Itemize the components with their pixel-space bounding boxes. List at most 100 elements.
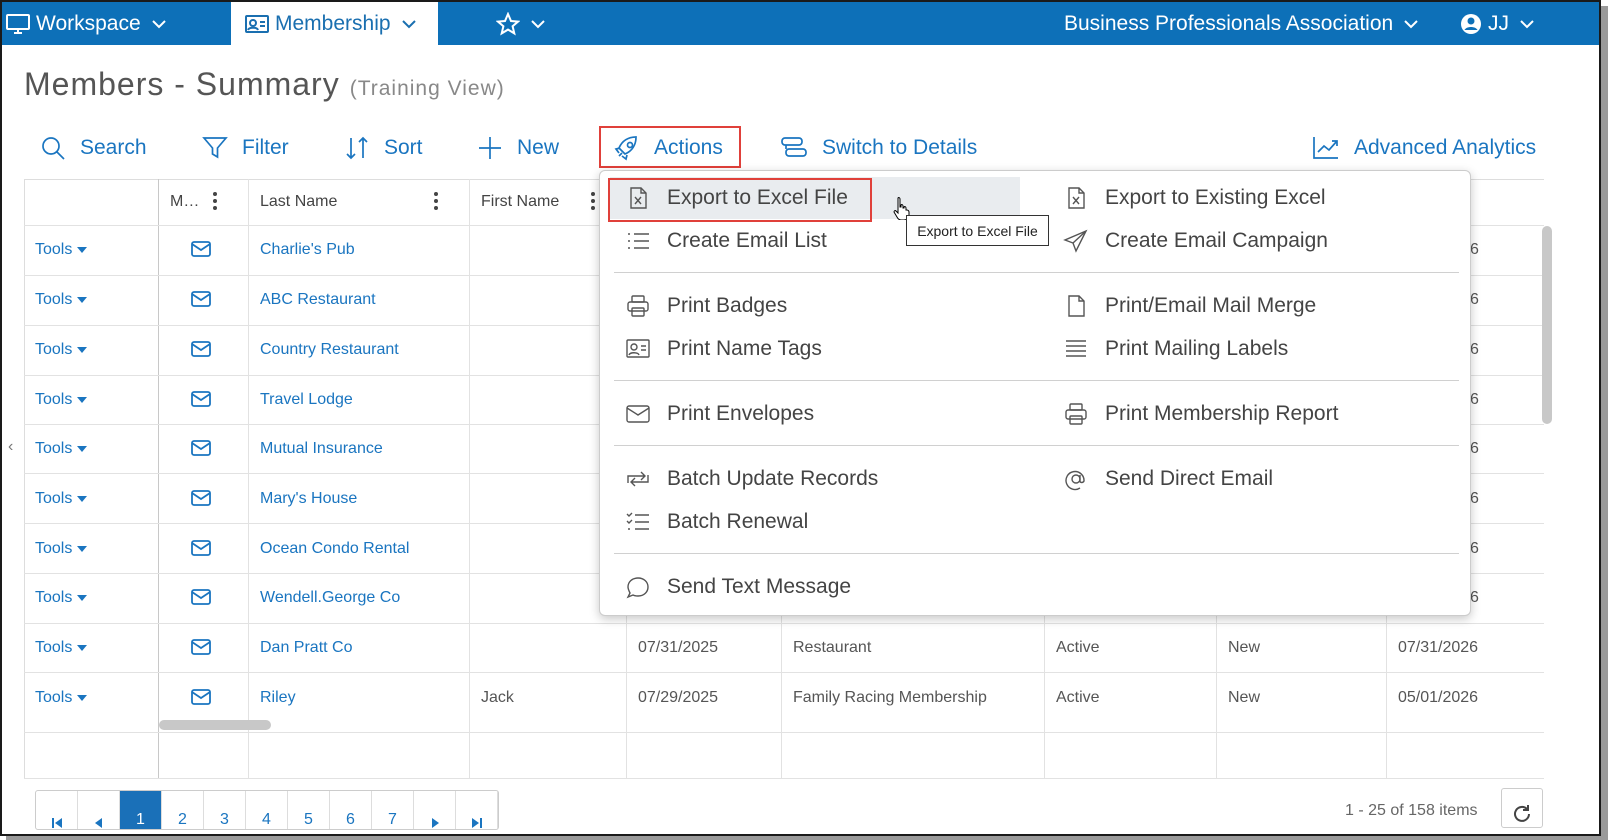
advanced-analytics-button[interactable]: Advanced Analytics — [1312, 132, 1536, 164]
menu-item-envelopes[interactable]: Print Envelopes — [625, 398, 814, 430]
vertical-scrollbar[interactable] — [1542, 226, 1552, 424]
menu-label: Print/Email Mail Merge — [1105, 294, 1317, 317]
last-name-cell[interactable]: Charlie's Pub — [260, 241, 355, 259]
grid-row-divider — [24, 623, 1544, 624]
menu-item-batch-update[interactable]: Batch Update Records — [625, 463, 878, 495]
menu-item-text-message[interactable]: Send Text Message — [625, 571, 851, 603]
menu-item-mail-merge[interactable]: Print/Email Mail Merge — [1063, 290, 1316, 322]
tools-dropdown[interactable]: Tools — [35, 589, 88, 607]
last-name-cell[interactable]: Mary's House — [260, 490, 357, 508]
tools-dropdown[interactable]: Tools — [35, 639, 88, 657]
kind-cell: New — [1228, 689, 1261, 706]
email-icon[interactable] — [191, 391, 211, 407]
menu-label: Print Name Tags — [667, 337, 822, 360]
refresh-button[interactable] — [1501, 788, 1543, 828]
menu-item-membership-report[interactable]: Print Membership Report — [1063, 398, 1338, 430]
search-button[interactable]: Search — [40, 132, 147, 164]
tools-dropdown[interactable]: Tools — [35, 391, 88, 409]
filter-button[interactable]: Filter — [202, 132, 289, 164]
last-name-cell[interactable]: Travel Lodge — [260, 391, 353, 409]
page-2-button[interactable]: 2 — [162, 791, 204, 829]
column-menu-icon[interactable] — [434, 192, 438, 212]
menu-item-name-tags[interactable]: Print Name Tags — [625, 333, 822, 365]
column-menu-icon[interactable] — [213, 192, 217, 212]
page-5-button[interactable]: 5 — [288, 791, 330, 829]
last-name-cell[interactable]: Country Restaurant — [260, 341, 399, 359]
email-icon[interactable] — [191, 241, 211, 257]
last-name-cell[interactable]: Riley — [260, 689, 296, 707]
menu-item-export-existing[interactable]: Export to Existing Excel — [1063, 182, 1326, 214]
top-nav: Workspace Membership Business Profession… — [2, 2, 1599, 45]
email-icon[interactable] — [191, 440, 211, 456]
switch-to-details-button[interactable]: Switch to Details — [780, 132, 977, 164]
page-4-button[interactable]: 4 — [246, 791, 288, 829]
expiration-date-cell: 6 — [1470, 540, 1479, 557]
prev-page-button[interactable] — [78, 791, 120, 829]
user-menu[interactable]: JJ — [1460, 2, 1535, 45]
prev-page-icon — [94, 818, 102, 828]
next-page-button[interactable] — [414, 791, 456, 829]
page-3-button[interactable]: 3 — [204, 791, 246, 829]
last-name-cell[interactable]: Wendell.George Co — [260, 589, 400, 607]
tools-label: Tools — [35, 490, 73, 507]
last-name-cell[interactable]: Mutual Insurance — [260, 440, 383, 458]
menu-label: Send Text Message — [667, 575, 852, 598]
email-icon[interactable] — [191, 341, 211, 357]
email-icon[interactable] — [191, 291, 211, 307]
horizontal-scrollbar[interactable] — [159, 720, 271, 730]
expiration-date-cell: 6 — [1470, 440, 1479, 457]
window-shadow — [6, 836, 1606, 840]
caret-down-icon — [77, 695, 88, 701]
caret-down-icon — [77, 595, 88, 601]
page-1-button[interactable]: 1 — [120, 791, 162, 829]
last-name-cell[interactable]: ABC Restaurant — [260, 291, 376, 309]
last-page-button[interactable] — [456, 791, 498, 829]
page-6-button[interactable]: 6 — [330, 791, 372, 829]
email-icon[interactable] — [191, 490, 211, 506]
organization-menu[interactable]: Business Professionals Association — [1064, 2, 1419, 45]
sort-button[interactable]: Sort — [344, 132, 423, 164]
caret-down-icon — [77, 546, 88, 552]
menu-label: Create Email Campaign — [1105, 229, 1328, 252]
menu-item-email-campaign[interactable]: Create Email Campaign — [1063, 225, 1328, 257]
expiration-date-cell: 6 — [1470, 490, 1479, 507]
email-icon[interactable] — [191, 639, 211, 655]
favorites-menu[interactable] — [496, 2, 546, 45]
tools-dropdown[interactable]: Tools — [35, 540, 88, 558]
tools-dropdown[interactable]: Tools — [35, 689, 88, 707]
menu-item-email-list[interactable]: Create Email List — [625, 225, 827, 257]
column-header-m[interactable]: M… — [170, 193, 199, 211]
page-7-button[interactable]: 7 — [372, 791, 414, 829]
collapse-left-icon[interactable]: ‹ — [8, 438, 13, 456]
tools-dropdown[interactable]: Tools — [35, 440, 88, 458]
tools-dropdown[interactable]: Tools — [35, 341, 88, 359]
menu-item-batch-renewal[interactable]: Batch Renewal — [625, 506, 808, 538]
window-shadow — [1601, 6, 1608, 840]
tab-membership[interactable]: Membership — [231, 2, 438, 45]
printer-icon — [627, 295, 649, 317]
menu-item-mailing-labels[interactable]: Print Mailing Labels — [1063, 333, 1288, 365]
menu-item-print-badges[interactable]: Print Badges — [625, 290, 787, 322]
tools-label: Tools — [35, 291, 73, 308]
first-page-button[interactable] — [36, 791, 78, 829]
column-header-first-name[interactable]: First Name — [481, 193, 559, 211]
last-name-cell[interactable]: Dan Pratt Co — [260, 639, 352, 657]
app-window: Workspace Membership Business Profession… — [0, 0, 1601, 836]
next-page-icon — [431, 818, 439, 828]
email-icon[interactable] — [191, 589, 211, 605]
menu-item-direct-email[interactable]: Send Direct Email — [1063, 463, 1273, 495]
expiration-date-cell: 07/31/2026 — [1398, 639, 1479, 656]
column-menu-icon[interactable] — [591, 192, 595, 212]
tools-dropdown[interactable]: Tools — [35, 241, 88, 259]
menu-label: Create Email List — [667, 229, 827, 252]
tools-dropdown[interactable]: Tools — [35, 291, 88, 309]
workspace-menu[interactable]: Workspace — [6, 2, 167, 45]
email-icon[interactable] — [191, 689, 211, 705]
new-button[interactable]: New — [477, 132, 559, 164]
chevron-down-icon — [1404, 19, 1418, 28]
tools-dropdown[interactable]: Tools — [35, 490, 88, 508]
page-title-text: Members - Summary — [24, 66, 340, 102]
column-header-last-name[interactable]: Last Name — [260, 193, 337, 211]
email-icon[interactable] — [191, 540, 211, 556]
last-name-cell[interactable]: Ocean Condo Rental — [260, 540, 409, 558]
